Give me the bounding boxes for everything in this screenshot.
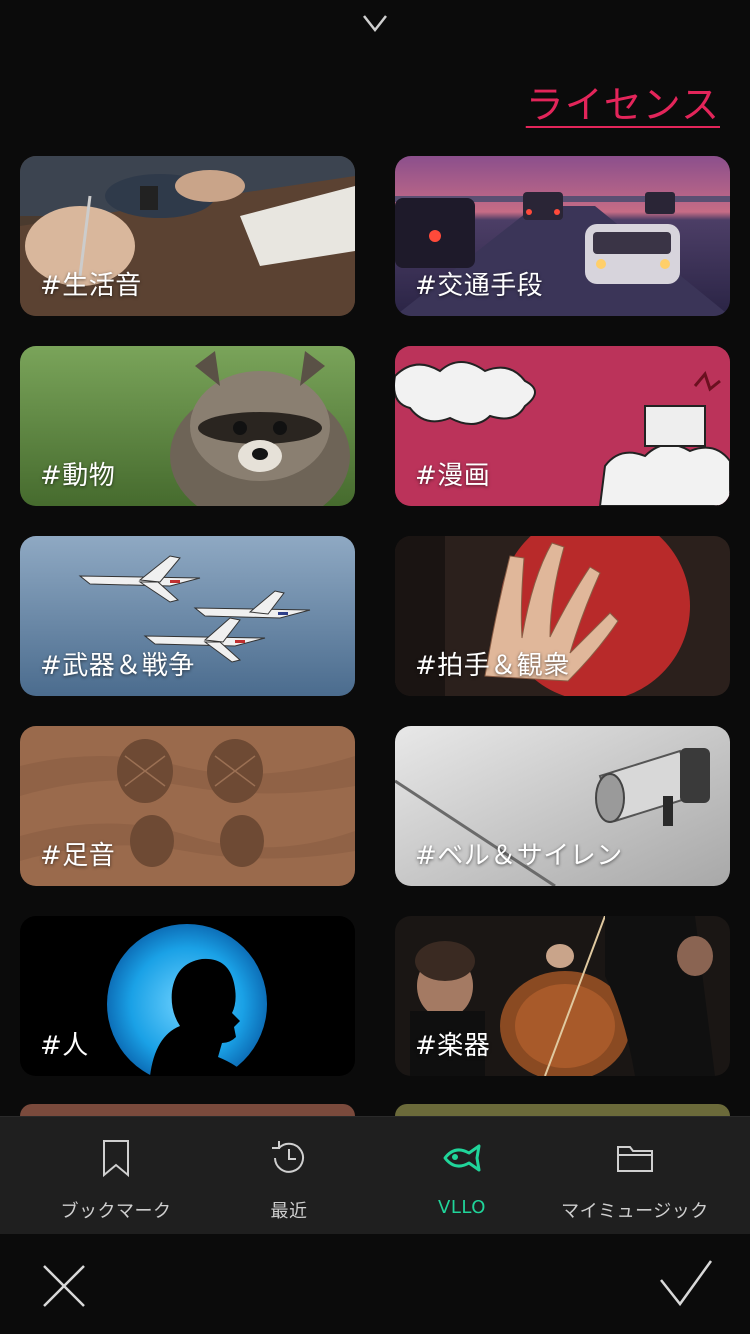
close-icon[interactable] bbox=[40, 1262, 88, 1310]
category-label: #ベル＆サイレン bbox=[415, 841, 623, 871]
category-label: #武器＆戦争 bbox=[40, 651, 195, 681]
category-label: #人 bbox=[40, 1031, 89, 1061]
tab-vllo[interactable]: VLLO bbox=[376, 1117, 548, 1235]
vllo-fish-icon bbox=[443, 1144, 481, 1172]
category-tile-partial bbox=[395, 1104, 730, 1116]
category-label: #動物 bbox=[40, 461, 116, 491]
category-tile-animals[interactable]: #動物 bbox=[20, 346, 355, 506]
category-tile-transport[interactable]: #交通手段 bbox=[395, 156, 730, 316]
folder-icon bbox=[617, 1146, 653, 1172]
category-tile-weapons-war[interactable]: #武器＆戦争 bbox=[20, 536, 355, 696]
category-tile-bells-sirens[interactable]: #ベル＆サイレン bbox=[395, 726, 730, 886]
category-tile-partial bbox=[20, 1104, 355, 1116]
checkmark-icon[interactable] bbox=[658, 1258, 714, 1308]
category-label: #交通手段 bbox=[415, 271, 544, 301]
bookmark-icon bbox=[103, 1140, 129, 1178]
tab-bookmark[interactable]: ブックマーク bbox=[30, 1117, 202, 1235]
category-tile-people[interactable]: #人 bbox=[20, 916, 355, 1076]
category-label: #楽器 bbox=[415, 1031, 491, 1061]
category-label: #生活音 bbox=[40, 271, 142, 301]
collapse-chevron-icon[interactable] bbox=[360, 10, 390, 36]
category-tile-life-sounds[interactable]: #生活音 bbox=[20, 156, 355, 316]
category-tile-applause-audience[interactable]: #拍手＆観衆 bbox=[395, 536, 730, 696]
action-bar bbox=[0, 1234, 750, 1334]
license-link[interactable]: ライセンス bbox=[526, 74, 720, 129]
bottom-tab-bar: ブックマーク 最近 VLLO マイミュージック bbox=[0, 1116, 750, 1235]
category-label: #足音 bbox=[40, 841, 116, 871]
category-label: #拍手＆観衆 bbox=[415, 651, 570, 681]
tab-label: マイミュージック bbox=[561, 1201, 709, 1222]
tab-label: 最近 bbox=[270, 1201, 308, 1222]
category-tile-footsteps[interactable]: #足音 bbox=[20, 726, 355, 886]
tab-label: ブックマーク bbox=[60, 1201, 172, 1222]
tab-recent[interactable]: 最近 bbox=[203, 1117, 375, 1235]
category-tile-instruments[interactable]: #楽器 bbox=[395, 916, 730, 1076]
tab-label: VLLO bbox=[438, 1197, 486, 1218]
category-label: #漫画 bbox=[415, 461, 491, 491]
history-clock-icon bbox=[272, 1141, 304, 1173]
category-tile-comic[interactable]: #漫画 bbox=[395, 346, 730, 506]
tab-my-music[interactable]: マイミュージック bbox=[549, 1117, 721, 1235]
